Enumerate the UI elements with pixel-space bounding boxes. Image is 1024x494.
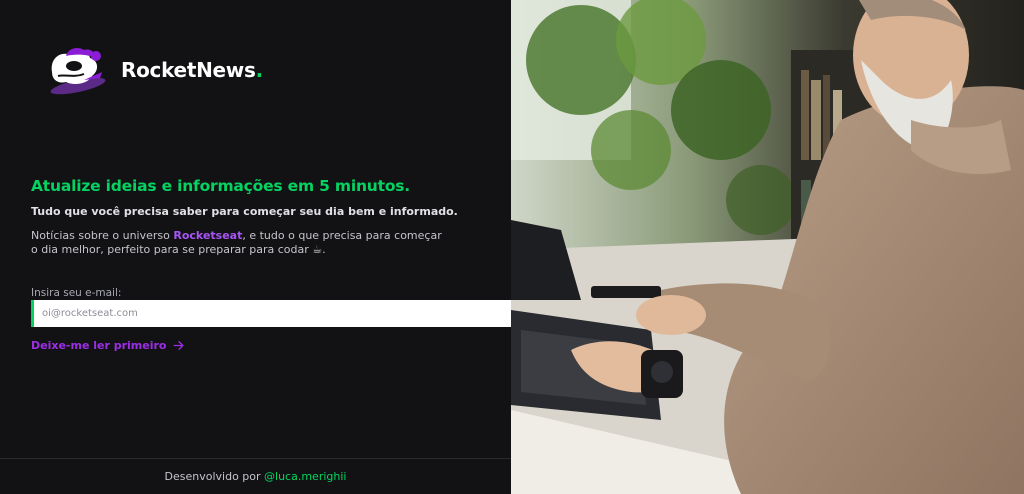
left-panel: RocketNews. Atualize ideias e informaçõe… [0,0,648,494]
rocketseat-highlight: Rocketseat [173,229,243,242]
author-handle-link[interactable]: @luca.merighii [264,470,346,483]
email-label: Insira seu e-mail: [31,287,122,299]
rocket-astronaut-logo [50,48,106,95]
read-first-link[interactable]: Deixe-me ler primeiro [31,339,185,352]
hero-photo [511,0,1024,494]
footer-divider [0,458,511,459]
arrow-right-icon [172,339,185,352]
brand-dot: . [255,58,264,82]
brand-name: RocketNews. [121,58,263,82]
hero-headline: Atualize ideias e informações em 5 minut… [31,177,410,195]
read-first-label: Deixe-me ler primeiro [31,339,167,352]
footer: Desenvolvido por @luca.merighii [164,470,347,483]
hero-description: Notícias sobre o universo Rocketseat, e … [31,229,442,256]
man-at-laptop-photo [511,0,1024,494]
brand: RocketNews. [44,42,263,98]
hero-subheadline: Tudo que você precisa saber para começar… [31,205,458,218]
